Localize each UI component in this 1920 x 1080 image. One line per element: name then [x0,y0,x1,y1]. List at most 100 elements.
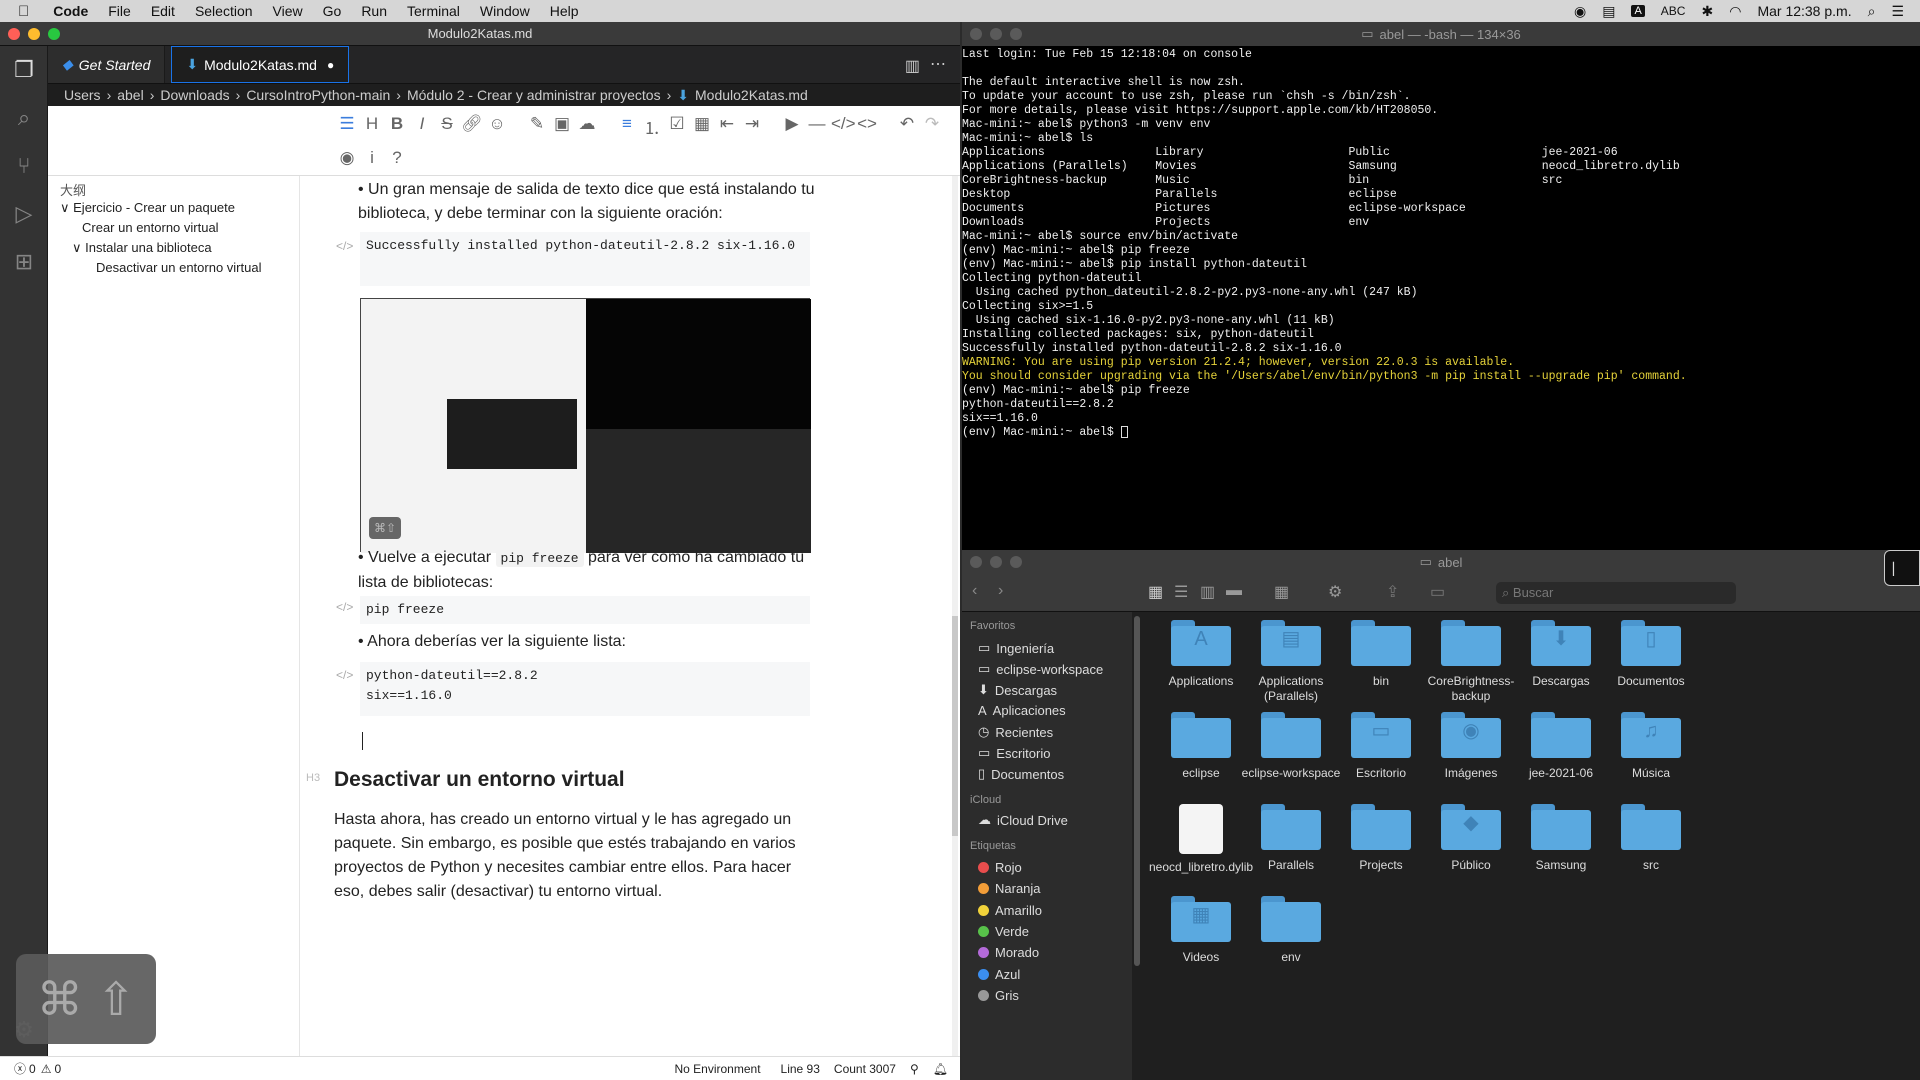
preview-eye-icon[interactable]: ◉ [336,148,358,168]
sidebar-item[interactable]: ▭ eclipse-workspace [978,661,1103,677]
outline-item[interactable]: ∨ Instalar una biblioteca [72,240,212,256]
menu-terminal[interactable]: Terminal [397,3,470,19]
tab-get-started[interactable]: ◆ Get Started [48,46,166,83]
run-debug-icon[interactable]: ▷ [0,190,48,238]
minimize-window-button[interactable] [990,28,1002,40]
tag-icon[interactable]: ▭ [1430,582,1445,602]
menu-go[interactable]: Go [313,3,352,19]
split-editor-icon[interactable]: ▥ [905,56,920,76]
gallery-view-icon[interactable]: ▬ [1226,582,1242,600]
zoom-window-button[interactable] [48,28,60,40]
warnings-count[interactable]: 0 [54,1062,61,1076]
terminal-output[interactable]: Last login: Tue Feb 15 12:18:04 on conso… [962,46,1920,550]
scrollbar-track[interactable] [952,176,958,1056]
menu-selection[interactable]: Selection [185,3,263,19]
search-field[interactable]: ⌕ Buscar [1496,582,1736,604]
close-window-button[interactable] [970,28,982,40]
scrollbar-thumb[interactable] [952,616,958,836]
clock[interactable]: Mar 12:38 p.m. [1757,3,1851,19]
sidebar-scrollbar[interactable] [1134,616,1140,966]
group-icon[interactable]: ▦ [1274,582,1289,602]
menu-edit[interactable]: Edit [141,3,185,19]
sidebar-tag-item[interactable]: Morado [978,945,1039,960]
finder-item[interactable]: ▯ Documentos [1596,620,1706,689]
sidebar-item[interactable]: ☁ iCloud Drive [978,812,1068,828]
input-source-icon[interactable]: A [1631,5,1645,17]
sidebar-tag-item[interactable]: Azul [978,967,1020,982]
sidebar-tag-item[interactable]: Gris [978,988,1019,1003]
more-actions-icon[interactable]: ⋯ [930,54,946,74]
word-count[interactable]: Count 3007 [834,1062,896,1076]
outline-item[interactable]: Crear un entorno virtual [82,220,219,235]
control-center-icon[interactable]: ☰ [1891,3,1904,20]
chevron-down-icon[interactable]: ∨ [60,200,70,215]
outline-toggle-icon[interactable]: ☰ [336,114,358,134]
sidebar-item[interactable]: ◷ Recientes [978,724,1053,740]
window-layout-icon[interactable]: ▤ [1602,3,1615,20]
code-block[interactable]: pip freeze [360,596,810,624]
feedback-icon[interactable]: ⚲ [910,1062,919,1076]
extensions-icon[interactable]: ⊞ [0,238,48,286]
menu-run[interactable]: Run [351,3,397,19]
code-block[interactable]: Successfully installed python-dateutil-2… [360,232,810,286]
tab-modulo2katas[interactable]: ⬇ Modulo2Katas.md ● [171,46,350,83]
sidebar-tag-item[interactable]: Naranja [978,881,1041,896]
upload-icon[interactable]: ☁ [576,114,598,134]
menu-window[interactable]: Window [470,3,540,19]
sidebar-item[interactable]: ▯ Documentos [978,766,1064,782]
search-icon[interactable]: ⌕ [0,94,48,142]
bold-icon[interactable]: B [386,114,408,134]
column-view-icon[interactable]: ▥ [1200,582,1215,602]
wifi-icon[interactable]: ◠ [1729,3,1741,20]
discord-icon[interactable]: ◉ [1574,3,1586,20]
undo-icon[interactable]: ↶ [896,114,918,134]
checklist-icon[interactable]: ☑ [666,114,688,134]
terminal-scrollbar[interactable] [1910,52,1916,532]
code-block[interactable]: python-dateutil==2.8.2 six==1.16.0 [360,662,810,716]
markdown-editor[interactable]: • Un gran mensaje de salida de texto dic… [300,176,960,1056]
breadcrumb-item[interactable]: Modulo2Katas.md [695,87,808,103]
menu-file[interactable]: File [98,3,141,19]
minimize-window-button[interactable] [990,556,1002,568]
minimize-window-button[interactable] [28,28,40,40]
input-source-label[interactable]: ABC [1661,4,1686,18]
back-arrow-icon[interactable]: ‹ [972,582,977,600]
unsaved-dot-icon[interactable]: ● [327,58,334,72]
action-gear-icon[interactable]: ⚙ [1328,582,1342,602]
share-icon[interactable]: ⇪ [1386,582,1399,602]
link-icon[interactable]: 🔗︎ [461,114,483,134]
python-environment[interactable]: No Environment [674,1062,760,1076]
bluetooth-icon[interactable]: ✱ [1701,3,1713,20]
sidebar-tag-item[interactable]: Verde [978,924,1029,939]
outline-item[interactable]: Desactivar un entorno virtual [96,260,261,275]
emoji-icon[interactable]: ☺ [486,114,508,134]
warning-icon[interactable]: ⚠ [41,1062,52,1076]
code-block-icon[interactable]: </> [831,114,856,134]
outdent-icon[interactable]: ⇤ [716,114,738,134]
numbered-list-icon[interactable]: ⒈ [641,114,663,139]
sidebar-tag-item[interactable]: Amarillo [978,903,1042,918]
icon-view-icon[interactable]: ▦ [1148,582,1163,602]
sidebar-item[interactable]: ▭ Ingeniería [978,640,1054,656]
sidebar-item[interactable]: ⬇ Descargas [978,682,1057,698]
list-view-icon[interactable]: ☰ [1174,582,1188,602]
apple-menu-icon[interactable]:  [0,3,43,20]
line-number[interactable]: Line 93 [781,1062,820,1076]
finder-item[interactable]: env [1236,896,1346,965]
heading-icon[interactable]: H [361,114,383,134]
sidebar-tag-item[interactable]: Rojo [978,860,1022,875]
close-window-button[interactable] [970,556,982,568]
close-window-button[interactable] [8,28,20,40]
source-control-icon[interactable]: ⑂ [0,142,48,190]
problems-icon[interactable]: ⓧ [14,1060,26,1077]
indent-icon[interactable]: ⇥ [741,114,763,134]
help-icon[interactable]: ? [386,148,408,168]
zoom-window-button[interactable] [1010,556,1022,568]
offscreen-window-edge[interactable]: ▏ [1884,550,1920,586]
zoom-window-button[interactable] [1010,28,1022,40]
breadcrumb-item[interactable]: CursoIntroPython-main [246,87,390,103]
quote-icon[interactable]: ▶ [781,114,803,134]
finder-item[interactable]: src [1596,804,1706,873]
finder-item[interactable]: ♫ Música [1596,712,1706,781]
breadcrumb-item[interactable]: abel [117,87,143,103]
